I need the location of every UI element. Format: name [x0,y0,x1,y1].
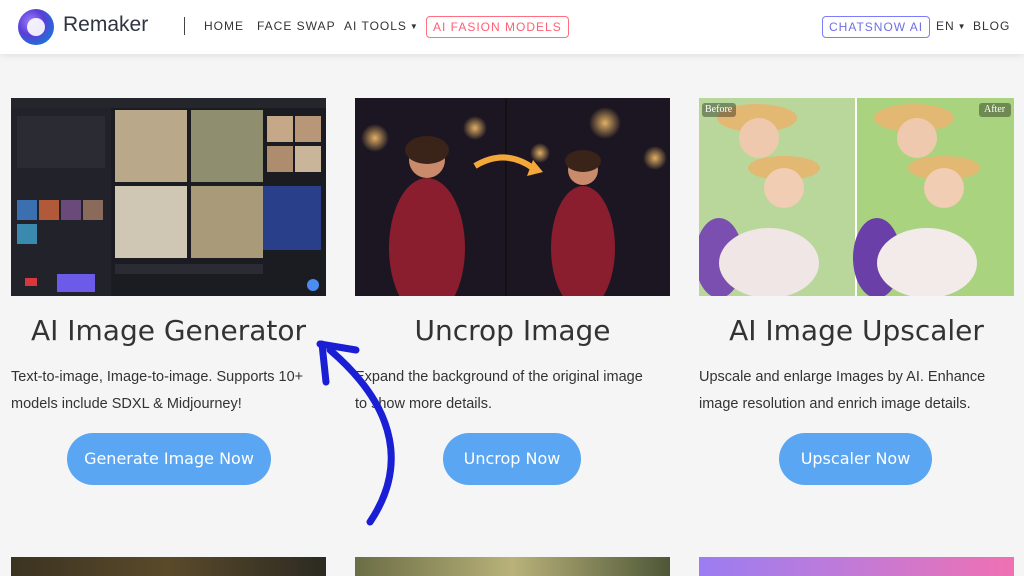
card-desc-ai-image-upscaler: Upscale and enlarge Images by AI. Enhanc… [699,364,1019,418]
chevron-down-icon: ▼ [409,22,419,32]
generator-app-screenshot [11,98,326,296]
desc-line: models include SDXL & Midjourney! [11,396,242,412]
generate-image-button[interactable]: Generate Image Now [67,433,271,485]
desc-line: to show more details. [355,396,493,412]
uncrop-now-button[interactable]: Uncrop Now [443,433,581,485]
card-title-ai-image-upscaler: AI Image Upscaler [729,314,984,347]
upscaler-now-button[interactable]: Upscaler Now [779,433,932,485]
after-label: After [984,104,1006,115]
nav-chatsnow-ai[interactable]: CHATSNOW AI [822,16,931,38]
top-navbar: Remaker HOME FACE SWAP AI TOOLS ▼ AI FASI… [0,0,1024,54]
language-selector[interactable]: EN ▼ [936,19,967,33]
desc-line: Upscale and enlarge Images by AI. Enhanc… [699,369,986,385]
language-label: EN [936,19,955,33]
next-card-image-1[interactable] [11,557,326,576]
card-desc-ai-image-generator: Text-to-image, Image-to-image. Supports … [11,364,331,418]
desc-line: Text-to-image, Image-to-image. Supports … [11,369,304,385]
ai-image-upscaler-preview[interactable]: Before After [699,98,1014,296]
upscaler-before-after-image [699,98,1014,296]
chevron-down-icon: ▼ [957,22,967,32]
next-card-image-3[interactable] [699,557,1014,576]
card-desc-uncrop-image: Expand the background of the original im… [355,364,675,418]
next-card-image-2[interactable] [355,557,670,576]
card-title-ai-image-generator: AI Image Generator [30,314,307,347]
desc-line: image resolution and enrich image detail… [699,396,971,412]
nav-ai-tools[interactable]: AI TOOLS ▼ [344,19,419,33]
before-label: Before [705,104,733,115]
uncrop-image-preview[interactable] [355,98,670,296]
nav-divider [184,17,185,35]
nav-home[interactable]: HOME [204,19,244,33]
desc-line: Expand the background of the original im… [355,369,643,385]
nav-blog[interactable]: BLOG [973,19,1010,33]
nav-ai-fasion-models[interactable]: AI FASION MODELS [426,16,569,38]
brand-name[interactable]: Remaker [63,13,148,37]
nav-face-swap[interactable]: FACE SWAP [257,19,336,33]
nav-ai-tools-label: AI TOOLS [344,19,407,33]
remaker-logo-icon[interactable] [18,9,54,45]
ai-image-generator-preview[interactable] [11,98,326,296]
card-title-uncrop-image: Uncrop Image [414,314,611,347]
uncrop-comparison-image [355,98,670,296]
